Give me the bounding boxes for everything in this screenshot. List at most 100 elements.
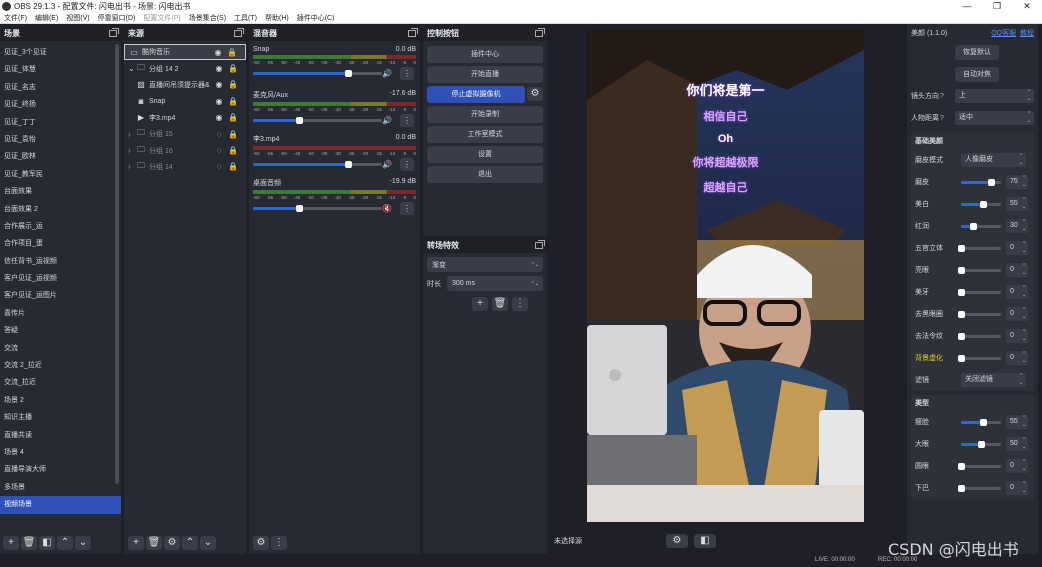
volume-fader[interactable]: 🔊 ⋮: [253, 67, 416, 80]
maximize-button[interactable]: ❐: [982, 0, 1012, 13]
distance-select[interactable]: 适中: [955, 111, 1034, 125]
beauty-slider[interactable]: [961, 178, 1001, 186]
value-spinbox[interactable]: 0: [1006, 307, 1028, 321]
source-item[interactable]: ▶ 李3.mp4 ◉ 🔒: [124, 110, 246, 126]
undock-icon[interactable]: [234, 28, 244, 37]
qq-support-link[interactable]: QQ客服: [991, 30, 1016, 37]
scene-item[interactable]: 多场景: [0, 479, 121, 496]
slider-handle[interactable]: [958, 244, 965, 252]
reset-default-button[interactable]: 恢复默认: [955, 45, 999, 60]
transition-select[interactable]: 渐变 ⌃⌄: [427, 257, 543, 272]
slider-handle[interactable]: [958, 484, 965, 492]
beauty-slider[interactable]: [958, 244, 1001, 252]
speaker-icon[interactable]: 🔊: [382, 116, 392, 125]
auto-focus-button[interactable]: 自动对焦: [955, 67, 999, 82]
scene-item[interactable]: 直播共读: [0, 427, 121, 444]
program-preview[interactable]: 你们将是第一 相信自己 Oh 你将超越极限 超越自己: [587, 30, 864, 522]
more-icon[interactable]: ⋮: [271, 536, 287, 550]
value-spinbox[interactable]: 75: [1006, 175, 1028, 189]
scene-item[interactable]: 见证_终扬: [0, 96, 121, 113]
fader-handle[interactable]: [344, 69, 352, 77]
source-item[interactable]: › 🗀 分组 15 ◌ 🔒: [124, 126, 246, 142]
value-spinbox[interactable]: 0: [1006, 329, 1028, 343]
eye-icon[interactable]: ◉: [213, 48, 223, 57]
eye-icon[interactable]: ◉: [214, 64, 224, 73]
menu-item[interactable]: 配置文件(P): [139, 13, 184, 23]
control-button[interactable]: 设置: [427, 146, 543, 163]
value-spinbox[interactable]: 0: [1006, 459, 1028, 473]
scene-item[interactable]: 台面效果 2: [0, 201, 121, 218]
close-button[interactable]: ✕: [1012, 0, 1042, 13]
menu-item[interactable]: 停靠窗口(D): [94, 13, 140, 23]
scene-item[interactable]: 直播导演大师: [0, 461, 121, 478]
scene-item[interactable]: 喜传片: [0, 305, 121, 322]
scene-item[interactable]: 见证_体慧: [0, 61, 121, 78]
filter-select[interactable]: 关闭滤镜: [961, 373, 1026, 387]
lock-icon[interactable]: 🔒: [228, 80, 238, 89]
beauty-slider[interactable]: [958, 332, 1001, 340]
menu-item[interactable]: 编辑(E): [31, 13, 62, 23]
menu-item[interactable]: 场景集合(S): [185, 13, 230, 23]
scene-item[interactable]: 台面效果: [0, 183, 121, 200]
speaker-icon[interactable]: 🔊: [382, 160, 392, 169]
lock-icon[interactable]: 🔒: [228, 162, 238, 171]
source-item[interactable]: › 🗀 分组 14 ◌ 🔒: [124, 159, 246, 175]
scene-item[interactable]: 场景 4: [0, 444, 121, 461]
beauty-slider[interactable]: [958, 310, 1001, 318]
more-icon[interactable]: ⋮: [400, 158, 414, 171]
menu-item[interactable]: 文件(F): [0, 13, 31, 23]
beauty-slider[interactable]: [958, 266, 1001, 274]
scene-item[interactable]: 见证_名志: [0, 79, 121, 96]
beauty-slider[interactable]: [961, 440, 1001, 448]
lock-icon[interactable]: 🔒: [228, 113, 238, 122]
beauty-slider[interactable]: [958, 288, 1001, 296]
value-spinbox[interactable]: 0: [1006, 263, 1028, 277]
scene-item[interactable]: 合作展示_运: [0, 218, 121, 235]
add-scene-button[interactable]: +: [3, 536, 19, 550]
scene-item[interactable]: 知识主播: [0, 409, 121, 426]
slider-handle[interactable]: [958, 310, 965, 318]
lock-icon[interactable]: 🔒: [228, 130, 238, 139]
eye-icon[interactable]: ◉: [214, 113, 224, 122]
scene-item[interactable]: 见证_欧林: [0, 148, 121, 165]
slider-handle[interactable]: [978, 440, 985, 448]
scene-item[interactable]: 见证_教军民: [0, 166, 121, 183]
chevron-right-icon[interactable]: ›: [128, 146, 136, 155]
scene-item[interactable]: 见证_袁怡: [0, 131, 121, 148]
slider-handle[interactable]: [958, 332, 965, 340]
move-up-icon[interactable]: ⌃: [57, 536, 73, 550]
control-button[interactable]: 退出: [427, 166, 543, 183]
slider-handle[interactable]: [980, 200, 987, 208]
trash-icon[interactable]: 🗑: [492, 297, 508, 311]
scene-item[interactable]: 合作项目_蛋: [0, 235, 121, 252]
source-item[interactable]: ▭ 酷狗音乐 ◉ 🔒: [124, 44, 246, 61]
smooth-mode-select[interactable]: 人像磨皮: [961, 153, 1026, 167]
more-icon[interactable]: ⋮: [400, 202, 414, 215]
value-spinbox[interactable]: 55: [1006, 415, 1028, 429]
beauty-slider[interactable]: [958, 354, 1001, 362]
undock-icon[interactable]: [535, 240, 545, 249]
fader-handle[interactable]: [344, 160, 352, 168]
value-spinbox[interactable]: 0: [1006, 481, 1028, 495]
move-down-icon[interactable]: ⌄: [200, 536, 216, 550]
scene-item[interactable]: 见证_3个见证: [0, 44, 121, 61]
source-item[interactable]: ◙ Snap ◉ 🔒: [124, 93, 246, 109]
lock-icon[interactable]: 🔒: [227, 48, 237, 57]
beauty-slider[interactable]: [958, 484, 1001, 492]
scene-item[interactable]: 信任背书_运视频: [0, 253, 121, 270]
filter-icon[interactable]: ◧: [694, 534, 716, 548]
control-button[interactable]: 开始录制: [427, 106, 543, 123]
slider-handle[interactable]: [958, 288, 965, 296]
scene-item[interactable]: 客户见证_运图片: [0, 287, 121, 304]
gear-icon[interactable]: ⚙: [164, 536, 180, 550]
undock-icon[interactable]: [535, 28, 545, 37]
minimize-button[interactable]: —: [952, 0, 982, 13]
beauty-slider[interactable]: [961, 418, 1001, 426]
source-item[interactable]: ▨ 直播间吊须提示器& ◉ 🔒: [124, 77, 246, 93]
scene-item[interactable]: 交流_拉近: [0, 374, 121, 391]
beauty-slider[interactable]: [961, 200, 1001, 208]
scene-item[interactable]: 见证_丁丁: [0, 114, 121, 131]
tutorial-link[interactable]: 教程: [1020, 30, 1034, 37]
menu-item[interactable]: 插件中心(C): [293, 13, 339, 23]
control-button[interactable]: 停止虚拟摄像机: [427, 86, 525, 103]
